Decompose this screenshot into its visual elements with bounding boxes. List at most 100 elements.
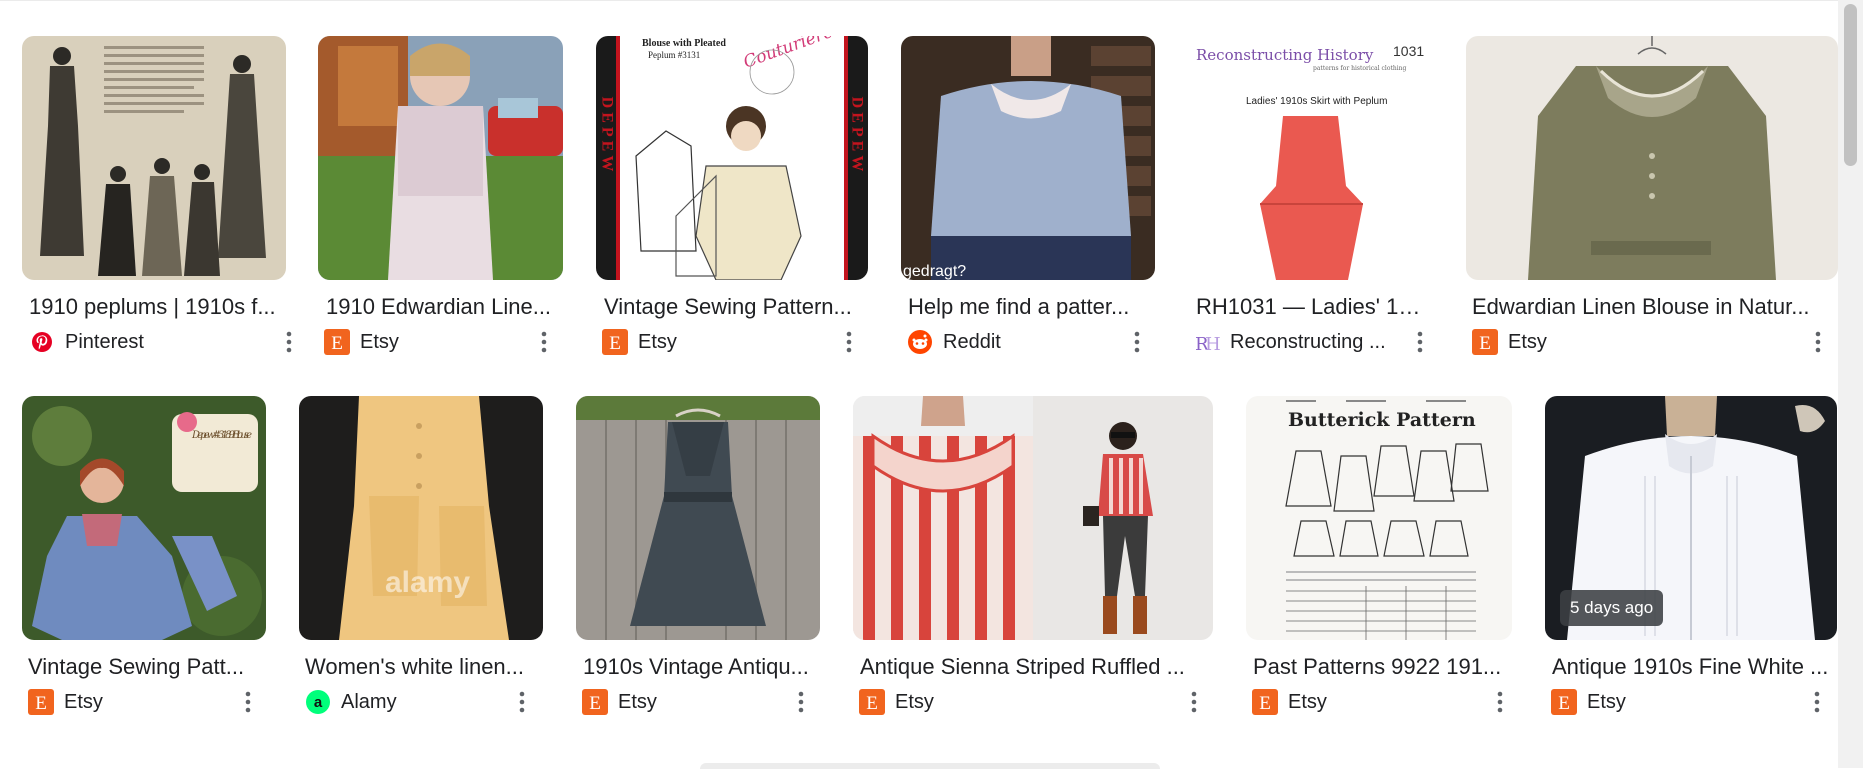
result-title[interactable]: Women's white linen... (305, 654, 535, 680)
more-options-button[interactable] (787, 686, 815, 718)
result-source[interactable]: E Etsy (582, 688, 657, 716)
image-result-card[interactable]: Edwardian Linen Blouse in Natur... E Ets… (1466, 36, 1838, 366)
source-name: Etsy (1508, 330, 1547, 353)
result-title[interactable]: 1910 peplums | 1910s f... (29, 294, 279, 320)
image-result-card[interactable]: Depew #3189 Blouse Vintage Sewing Patt..… (22, 396, 272, 726)
linen-dress-photo (318, 36, 563, 280)
etsy-icon: E (859, 689, 885, 715)
result-thumbnail[interactable]: Butterick Pattern (1246, 396, 1512, 640)
result-source[interactable]: E Etsy (1252, 688, 1327, 716)
result-title[interactable]: Past Patterns 9922 191... (1253, 654, 1503, 680)
reconstructing-history-icon: RH (1194, 329, 1220, 355)
result-thumbnail[interactable]: Depew #3189 Blouse (22, 396, 266, 640)
result-source[interactable]: Reddit (907, 328, 1001, 356)
source-name: Etsy (1288, 690, 1327, 713)
more-results-hint[interactable] (700, 763, 1160, 769)
image-result-card[interactable]: gedragt? Help me find a patter... Reddit (901, 36, 1161, 366)
more-options-button[interactable] (1803, 686, 1831, 718)
result-thumbnail[interactable]: Reconstructing History 1031 patterns for… (1188, 36, 1433, 280)
more-vert-icon (1191, 691, 1197, 713)
scrollbar-thumb[interactable] (1844, 4, 1857, 166)
pattern-subheading: Peplum #3131 (648, 50, 700, 60)
svg-text:H: H (1205, 334, 1220, 355)
depew-sidebar-text-right: DEPEW (849, 97, 866, 176)
fashion-plate-image (22, 36, 286, 280)
source-name: Reddit (943, 330, 1001, 353)
image-result-card[interactable]: alamy Women's white linen... a Alamy (299, 396, 549, 726)
more-options-button[interactable] (1486, 686, 1514, 718)
more-vert-icon (1815, 331, 1821, 353)
pattern-cover-image: Reconstructing History 1031 patterns for… (1188, 36, 1433, 280)
more-vert-icon (846, 331, 852, 353)
result-source[interactable]: E Etsy (324, 328, 399, 356)
vertical-scrollbar[interactable] (1838, 0, 1863, 768)
result-thumbnail[interactable] (318, 36, 563, 280)
image-result-card[interactable]: DEPEW DEPEW Blouse with Pleated Peplum #… (596, 36, 872, 366)
more-vert-icon (245, 691, 251, 713)
result-source[interactable]: E Etsy (28, 688, 103, 716)
image-result-card[interactable]: Reconstructing History 1031 patterns for… (1188, 36, 1448, 366)
more-options-button[interactable] (275, 326, 303, 358)
pinterest-icon (29, 329, 55, 355)
result-title[interactable]: RH1031 — Ladies' 191... (1196, 294, 1432, 320)
source-name: Etsy (895, 690, 934, 713)
result-thumbnail[interactable]: 5 days ago (1545, 396, 1837, 640)
result-thumbnail[interactable]: alamy (299, 396, 543, 640)
source-name: Etsy (1587, 690, 1626, 713)
image-result-card[interactable]: Antique Sienna Striped Ruffled ... E Ets… (853, 396, 1218, 726)
more-vert-icon (519, 691, 525, 713)
result-title[interactable]: Antique 1910s Fine White ... (1552, 654, 1830, 680)
source-name: Etsy (618, 690, 657, 713)
result-title[interactable]: Antique Sienna Striped Ruffled ... (860, 654, 1200, 680)
etsy-icon: E (582, 689, 608, 715)
image-result-card[interactable]: 1910 Edwardian Line... E Etsy (318, 36, 568, 366)
result-source[interactable]: E Etsy (1551, 688, 1626, 716)
pattern-tagline: patterns for historical clothing (1313, 65, 1407, 72)
result-thumbnail[interactable]: gedragt? (901, 36, 1155, 280)
more-options-button[interactable] (1406, 326, 1434, 358)
pattern-caption: Ladies' 1910s Skirt with Peplum (1246, 96, 1387, 107)
image-caption-text: gedragt? (903, 263, 966, 280)
result-thumbnail[interactable]: DEPEW DEPEW Blouse with Pleated Peplum #… (596, 36, 868, 280)
result-title[interactable]: Vintage Sewing Pattern... (604, 294, 864, 320)
more-options-button[interactable] (835, 326, 863, 358)
depew-sidebar-text-left: DEPEW (599, 97, 616, 176)
blouse-photo: gedragt? (901, 36, 1155, 280)
result-title[interactable]: 1910 Edwardian Line... (326, 294, 556, 320)
result-source[interactable]: RH Reconstructing ... (1194, 328, 1386, 356)
source-name: Etsy (64, 690, 103, 713)
result-title[interactable]: Edwardian Linen Blouse in Natur... (1472, 294, 1822, 320)
butterick-heading: Butterick Pattern (1288, 409, 1476, 431)
source-name: Reconstructing ... (1230, 330, 1386, 353)
image-result-card[interactable]: 1910 peplums | 1910s f... Pinterest (22, 36, 292, 366)
image-result-card[interactable]: Butterick Pattern Past Patterns 9922 191… (1246, 396, 1516, 726)
result-source[interactable]: E Etsy (859, 688, 934, 716)
result-source[interactable]: E Etsy (1472, 328, 1547, 356)
more-options-button[interactable] (508, 686, 536, 718)
result-thumbnail[interactable] (576, 396, 820, 640)
more-vert-icon (1417, 331, 1423, 353)
result-source[interactable]: a Alamy (305, 688, 397, 716)
more-options-button[interactable] (234, 686, 262, 718)
reconstructing-history-brand: Reconstructing History (1196, 46, 1374, 64)
more-options-button[interactable] (1180, 686, 1208, 718)
linen-skirt-photo: alamy (299, 396, 543, 640)
result-title[interactable]: Vintage Sewing Patt... (28, 654, 250, 680)
image-result-card[interactable]: 1910s Vintage Antiqu... E Etsy (576, 396, 826, 726)
result-title[interactable]: Help me find a patter... (908, 294, 1148, 320)
more-options-button[interactable] (1123, 326, 1151, 358)
result-source[interactable]: E Etsy (602, 328, 677, 356)
result-thumbnail[interactable] (22, 36, 286, 280)
result-thumbnail[interactable] (853, 396, 1213, 640)
image-result-card[interactable]: 5 days ago Antique 1910s Fine White ... … (1545, 396, 1837, 726)
blouse-pattern-photo: Depew #3189 Blouse (22, 396, 266, 640)
more-options-button[interactable] (1804, 326, 1832, 358)
recency-badge: 5 days ago (1560, 590, 1664, 626)
more-options-button[interactable] (530, 326, 558, 358)
svg-text:E: E (866, 693, 878, 714)
result-title[interactable]: 1910s Vintage Antiqu... (583, 654, 813, 680)
sewing-pattern-image: DEPEW DEPEW Blouse with Pleated Peplum #… (596, 36, 868, 280)
source-name: Pinterest (65, 330, 144, 353)
result-source[interactable]: Pinterest (29, 328, 144, 356)
result-thumbnail[interactable] (1466, 36, 1838, 280)
